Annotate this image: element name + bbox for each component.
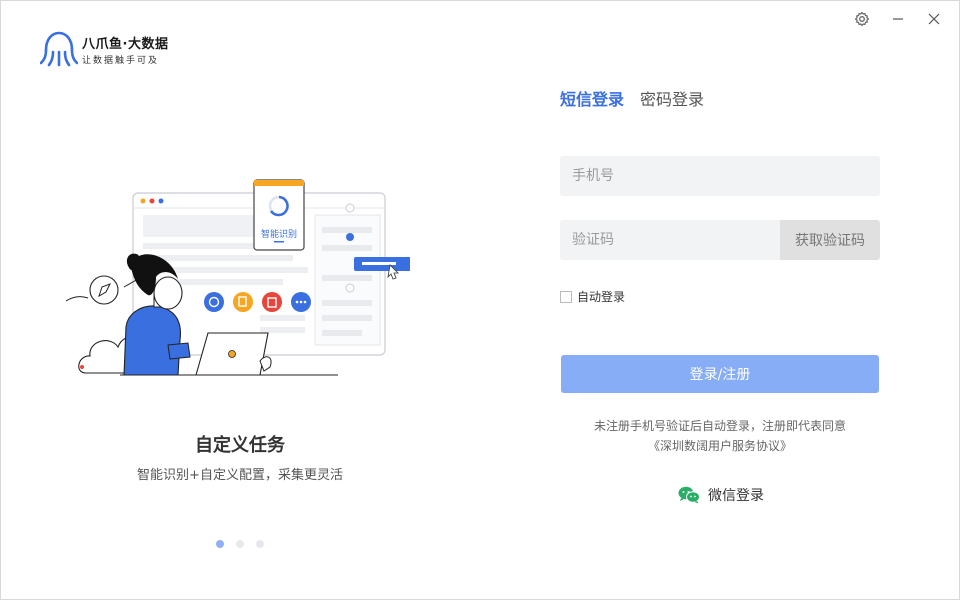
brand-name: 八爪鱼·大数据: [82, 37, 169, 52]
slide-title: 自定义任务: [195, 435, 285, 456]
register-notice: 未注册手机号验证后自动登录，注册即代表同意: [593, 419, 846, 433]
octopus-logo-icon: [40, 31, 78, 67]
gear-icon: [854, 11, 870, 27]
login-tabs: 短信登录 密码登录: [560, 86, 704, 110]
carousel-dot-1[interactable]: [216, 540, 224, 548]
code-field: 获取验证码: [560, 220, 880, 260]
close-icon: [928, 13, 940, 25]
code-input[interactable]: [560, 220, 780, 260]
tab-password-login[interactable]: 密码登录: [640, 86, 704, 110]
carousel-dot-2[interactable]: [236, 540, 244, 548]
auto-login-label[interactable]: 自动登录: [577, 288, 625, 305]
get-code-button[interactable]: 获取验证码: [780, 220, 880, 260]
minimize-button[interactable]: [888, 9, 908, 29]
phone-input[interactable]: [560, 156, 880, 196]
settings-button[interactable]: [852, 9, 872, 29]
login-register-button[interactable]: 登录/注册: [561, 355, 879, 393]
wechat-login-button[interactable]: 微信登录: [678, 485, 764, 505]
slide-illustration: 智能识别: [60, 175, 412, 385]
carousel-pagination: [216, 540, 264, 548]
brand-slogan: 让数据触手可及: [82, 56, 160, 66]
auto-login-checkbox[interactable]: [560, 290, 572, 303]
phone-field: [560, 156, 880, 196]
wechat-login-label[interactable]: 微信登录: [708, 485, 764, 505]
close-button[interactable]: [924, 9, 944, 29]
tab-sms-login[interactable]: 短信登录: [560, 86, 624, 110]
illustration-label: 智能识别: [261, 228, 297, 240]
slide-description: 智能识别+自定义配置，采集更灵活: [137, 468, 343, 483]
minimize-icon: [893, 18, 903, 20]
brand-logo: 八爪鱼·大数据 让数据触手可及: [40, 30, 168, 68]
wechat-icon: [678, 486, 700, 504]
user-agreement-link[interactable]: 《深圳数阔用户服务协议》: [560, 437, 880, 454]
carousel-dot-3[interactable]: [256, 540, 264, 548]
auto-login-option: 自动登录: [560, 288, 625, 305]
